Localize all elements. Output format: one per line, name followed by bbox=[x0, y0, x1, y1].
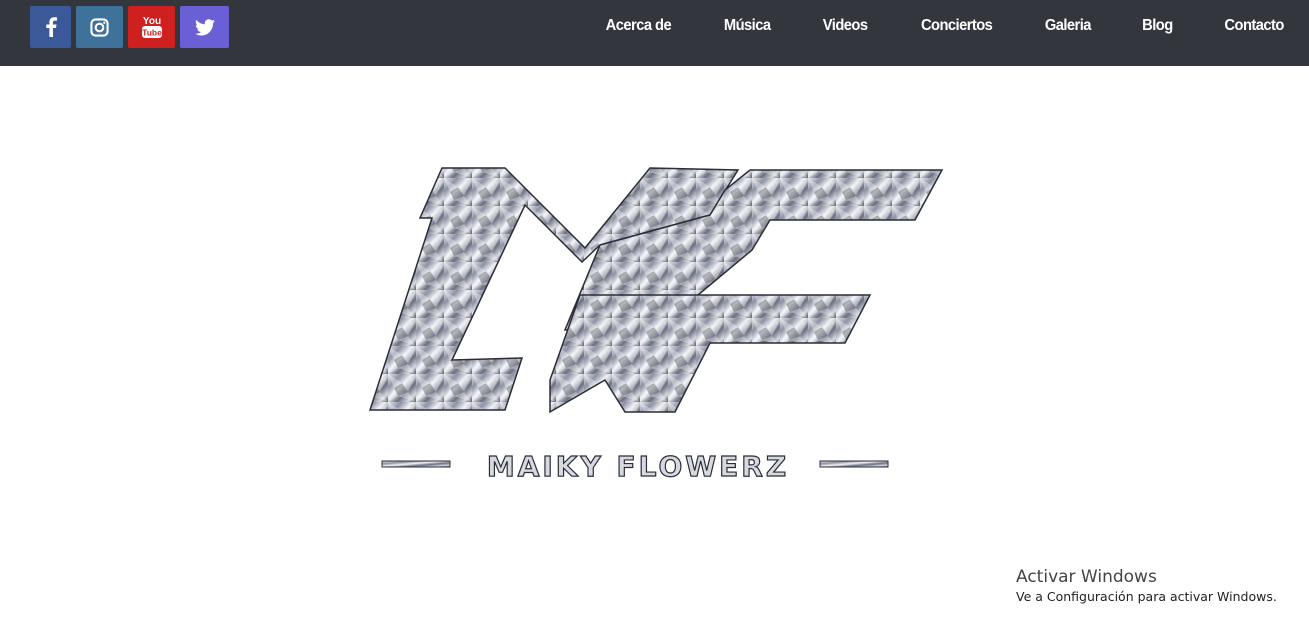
nav-item-acerca-de[interactable]: Acerca de bbox=[582, 17, 692, 35]
facebook-icon bbox=[45, 17, 57, 37]
windows-activation-watermark: Activar Windows Ve a Configuración para … bbox=[1016, 566, 1277, 606]
nav-item-galeria[interactable]: Galeria bbox=[1021, 17, 1111, 35]
nav-item-contacto[interactable]: Contacto bbox=[1201, 17, 1305, 35]
logo-name: MAIKY FLOWERZ bbox=[381, 449, 889, 484]
logo-name-text: MAIKY FLOWERZ bbox=[487, 450, 789, 483]
social-links: You Tube bbox=[30, 6, 229, 48]
logo-letter-f bbox=[549, 169, 944, 414]
nav-item-musica[interactable]: Música bbox=[700, 17, 791, 35]
youtube-button[interactable]: You Tube bbox=[128, 6, 175, 48]
nav-item-videos[interactable]: Videos bbox=[799, 17, 888, 35]
instagram-icon bbox=[90, 17, 109, 37]
youtube-icon: You Tube bbox=[141, 16, 162, 38]
hero-logo: MAIKY FLOWERZ bbox=[360, 150, 960, 500]
twitter-button[interactable] bbox=[180, 6, 229, 48]
top-navigation-bar: You Tube Acerca de Música Videos Concier… bbox=[0, 0, 1309, 66]
youtube-icon-line1: You bbox=[142, 16, 160, 27]
nav-item-blog[interactable]: Blog bbox=[1119, 17, 1194, 35]
activation-subtitle: Ve a Configuración para activar Windows. bbox=[1016, 589, 1277, 604]
twitter-icon bbox=[194, 18, 215, 35]
maiky-flowerz-logo: MAIKY FLOWERZ bbox=[368, 167, 944, 484]
main-menu: Acerca de Música Videos Conciertos Galer… bbox=[577, 0, 1309, 52]
facebook-button[interactable] bbox=[30, 6, 71, 48]
youtube-icon-line2: Tube bbox=[142, 28, 162, 38]
instagram-button[interactable] bbox=[76, 6, 123, 48]
activation-title: Activar Windows bbox=[1016, 567, 1157, 587]
nav-item-conciertos[interactable]: Conciertos bbox=[897, 17, 1013, 35]
